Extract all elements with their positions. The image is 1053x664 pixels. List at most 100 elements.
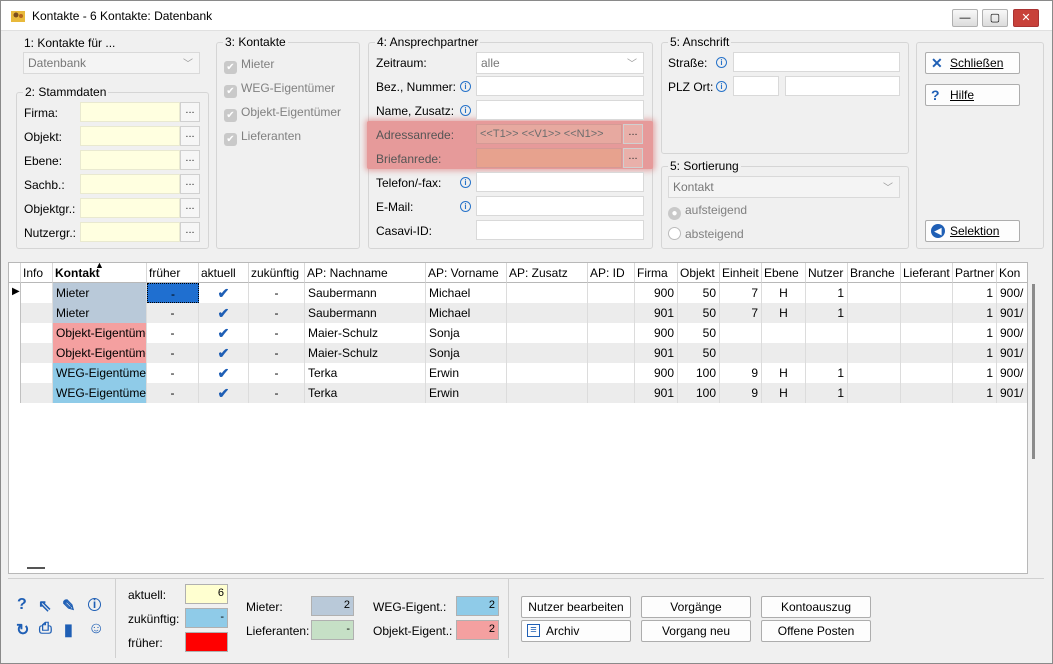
vorgaenge-button[interactable]: Vorgänge: [641, 596, 751, 618]
table-cell[interactable]: [588, 323, 635, 343]
checkmark-icon[interactable]: ✔: [199, 383, 249, 403]
table-cell[interactable]: [806, 343, 848, 363]
close-button[interactable]: ✕ Schließen: [925, 52, 1020, 74]
scrollbar-thumb[interactable]: [1032, 284, 1035, 459]
table-cell[interactable]: [848, 383, 901, 403]
table-row[interactable]: WEG-Eigentümer - ✔ - Terka Erwin 900 100 9 H 1 1 900…: [9, 363, 1027, 383]
adressanrede-input[interactable]: <<T1>> <<V1>> <<N1>>: [476, 124, 622, 144]
table-cell[interactable]: 901/: [997, 343, 1027, 363]
table-cell[interactable]: [507, 343, 588, 363]
question-icon[interactable]: ?: [17, 596, 27, 614]
info-icon[interactable]: i: [460, 177, 471, 188]
info-icon[interactable]: i: [460, 201, 471, 212]
table-cell[interactable]: 1: [953, 343, 997, 363]
column-header[interactable]: Branche: [848, 263, 901, 283]
table-cell[interactable]: Saubermann: [305, 283, 426, 303]
table-cell[interactable]: -: [147, 283, 199, 303]
table-cell[interactable]: 901/: [997, 383, 1027, 403]
table-cell[interactable]: [762, 343, 806, 363]
row-indicator[interactable]: [9, 383, 21, 403]
table-cell[interactable]: [588, 363, 635, 383]
print-icon[interactable]: ⎙: [39, 620, 52, 638]
table-cell[interactable]: 7: [720, 303, 762, 323]
table-cell[interactable]: 1: [953, 383, 997, 403]
table-cell[interactable]: -: [147, 303, 199, 323]
info-icon[interactable]: i: [716, 57, 727, 68]
table-cell[interactable]: 50: [678, 323, 720, 343]
column-header[interactable]: Ebene: [762, 263, 806, 283]
table-cell[interactable]: Saubermann: [305, 303, 426, 323]
table-cell[interactable]: [901, 363, 953, 383]
table-cell[interactable]: [848, 303, 901, 323]
casavi-input[interactable]: [476, 220, 644, 240]
column-header[interactable]: zukünftig: [249, 263, 305, 283]
table-cell[interactable]: -: [249, 343, 305, 363]
table-cell[interactable]: -: [249, 383, 305, 403]
table-cell[interactable]: 100: [678, 383, 720, 403]
stammdaten-input[interactable]: [80, 198, 180, 218]
ort-input[interactable]: [785, 76, 900, 96]
table-cell[interactable]: Michael: [426, 283, 507, 303]
table-cell[interactable]: 900: [635, 283, 678, 303]
table-cell[interactable]: 901/: [997, 303, 1027, 323]
checkmark-icon[interactable]: ✔: [199, 323, 249, 343]
checkbox-lieferanten[interactable]: ✔ Lieferanten: [224, 129, 301, 146]
table-cell[interactable]: [848, 283, 901, 303]
table-cell[interactable]: 1: [806, 303, 848, 323]
kontakte-fuer-combo[interactable]: Datenbank ﹀: [23, 52, 200, 74]
row-indicator[interactable]: [9, 363, 21, 383]
table-cell[interactable]: 50: [678, 303, 720, 323]
checkmark-icon[interactable]: ✔: [199, 303, 249, 323]
table-cell[interactable]: Maier-Schulz: [305, 323, 426, 343]
person-icon[interactable]: ☺: [88, 620, 104, 638]
table-cell[interactable]: [507, 323, 588, 343]
table-cell[interactable]: 900: [635, 363, 678, 383]
column-header[interactable]: Info: [21, 263, 53, 283]
table-cell[interactable]: Sonja: [426, 343, 507, 363]
row-indicator[interactable]: ▶: [9, 283, 21, 303]
table-cell[interactable]: [588, 343, 635, 363]
adressanrede-dots-button[interactable]: ...: [623, 124, 643, 144]
cell-kontakt[interactable]: Mieter: [53, 283, 147, 303]
pencil-icon[interactable]: ✎: [62, 596, 75, 616]
table-cell[interactable]: H: [762, 303, 806, 323]
table-row[interactable]: WEG-Eigentümer - ✔ - Terka Erwin 901 100 9 H 1 1 901…: [9, 383, 1027, 403]
table-cell[interactable]: H: [762, 283, 806, 303]
table-cell[interactable]: -: [249, 323, 305, 343]
table-cell[interactable]: Erwin: [426, 363, 507, 383]
selection-button[interactable]: ◀ Selektion: [925, 220, 1020, 242]
close-window-button[interactable]: ✕: [1013, 9, 1039, 27]
strasse-input[interactable]: [733, 52, 900, 72]
minimize-button[interactable]: —: [952, 9, 978, 27]
briefanrede-dots-button[interactable]: ...: [623, 148, 643, 168]
table-cell[interactable]: H: [762, 363, 806, 383]
stammdaten-input[interactable]: [80, 222, 180, 242]
stammdaten-dots-button[interactable]: ...: [180, 102, 200, 122]
stammdaten-dots-button[interactable]: ...: [180, 198, 200, 218]
column-header[interactable]: Nutzer: [806, 263, 848, 283]
table-row[interactable]: Objekt-Eigentümer - ✔ - Maier-Schulz Sonja 901…: [9, 343, 1027, 363]
table-cell[interactable]: 1: [806, 283, 848, 303]
column-header[interactable]: Kon: [997, 263, 1027, 283]
table-cell[interactable]: [762, 323, 806, 343]
table-cell[interactable]: Maier-Schulz: [305, 343, 426, 363]
cell-kontakt[interactable]: Objekt-Eigentümer: [53, 323, 147, 343]
zeitraum-combo[interactable]: alle ﹀: [476, 52, 644, 74]
stammdaten-dots-button[interactable]: ...: [180, 174, 200, 194]
table-cell[interactable]: [901, 343, 953, 363]
table-cell[interactable]: [507, 303, 588, 323]
table-cell[interactable]: 1: [953, 303, 997, 323]
table-cell[interactable]: [901, 303, 953, 323]
stammdaten-input[interactable]: [80, 126, 180, 146]
table-cell[interactable]: [588, 303, 635, 323]
sortierung-combo[interactable]: Kontakt ﹀: [668, 176, 900, 198]
pointer-icon[interactable]: ⇖: [38, 596, 51, 616]
table-cell[interactable]: [901, 323, 953, 343]
table-cell[interactable]: [848, 323, 901, 343]
table-row[interactable]: ▶ Mieter - ✔ - Saubermann Michael 900 50 7 H 1 1 900/: [9, 283, 1027, 303]
info-icon[interactable]: i: [88, 598, 101, 611]
table-row[interactable]: Mieter - ✔ - Saubermann Michael 901 50 7 H 1 1 901/: [9, 303, 1027, 323]
table-cell[interactable]: 901: [635, 383, 678, 403]
plz-input[interactable]: [733, 76, 779, 96]
cell-kontakt[interactable]: Mieter: [53, 303, 147, 323]
